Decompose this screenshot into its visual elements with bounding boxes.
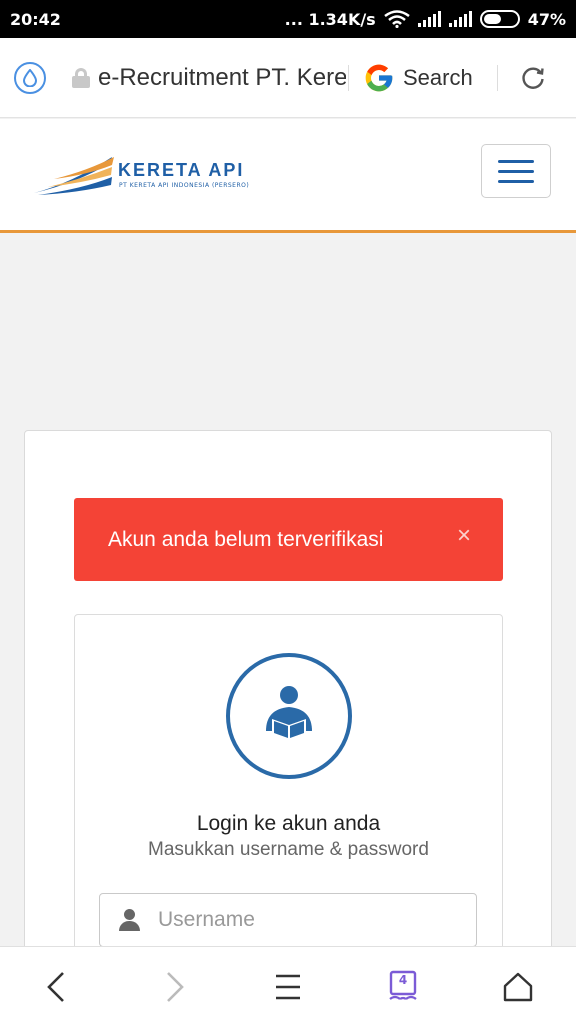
username-field[interactable] — [99, 893, 477, 947]
username-input[interactable] — [158, 908, 458, 932]
signal-icon-sim1 — [417, 11, 441, 27]
tabs-button[interactable]: 4 — [383, 967, 423, 1007]
url-field[interactable]: e-Recruitment PT. Kereta Api — [98, 64, 346, 92]
search-button[interactable]: Search — [403, 65, 473, 91]
battery-level: 47% — [527, 9, 566, 29]
browser-bottom-nav: 4 — [0, 946, 576, 1024]
browser-address-bar: e-Recruitment PT. Kereta Api Search — [0, 38, 576, 118]
google-icon[interactable] — [363, 62, 395, 94]
battery-icon — [479, 10, 520, 28]
chevron-right-icon — [167, 972, 184, 1002]
login-card: Akun anda belum terverifikasi × Login ke… — [24, 430, 552, 1024]
status-indicators: ... 1.34K/s 47% — [285, 10, 566, 29]
logo-subtitle: PT KERETA API INDONESIA (PERSERO) — [119, 182, 250, 189]
reader-icon — [266, 686, 312, 741]
chevron-left-icon — [47, 972, 64, 1002]
user-icon — [118, 909, 140, 931]
tab-count: 4 — [398, 973, 408, 987]
menu-icon-bar — [498, 169, 534, 173]
forward-button[interactable] — [154, 967, 194, 1007]
status-bar: 20:42 ... 1.34K/s 47% — [0, 0, 576, 38]
status-time: 20:42 — [10, 9, 61, 29]
divider — [496, 64, 498, 91]
wifi-icon — [383, 10, 410, 28]
list-menu-icon — [276, 974, 300, 1000]
logo-title: KERETA API — [118, 160, 245, 180]
home-button[interactable] — [498, 967, 538, 1007]
water-drop-icon[interactable] — [14, 61, 46, 94]
back-button[interactable] — [37, 967, 77, 1007]
menu-button[interactable] — [481, 144, 551, 198]
lock-icon — [72, 67, 90, 88]
network-speed: ... 1.34K/s — [284, 9, 376, 29]
close-icon[interactable]: × — [457, 524, 471, 548]
menu-list-button[interactable] — [268, 967, 308, 1007]
home-icon — [503, 972, 533, 1002]
login-subtitle: Masukkan username & password — [148, 839, 429, 860]
menu-icon-bar — [498, 159, 534, 163]
refresh-icon[interactable] — [520, 65, 546, 91]
divider — [348, 64, 349, 91]
menu-icon-bar — [498, 179, 534, 183]
avatar — [226, 653, 352, 779]
alert-unverified: Akun anda belum terverifikasi × — [74, 498, 503, 581]
login-title: Login ke akun anda — [196, 812, 381, 835]
alert-message: Akun anda belum terverifikasi — [108, 527, 384, 551]
signal-icon-sim2 — [448, 11, 472, 27]
site-header: KERETA API PT KERETA API INDONESIA (PERS… — [0, 119, 576, 233]
